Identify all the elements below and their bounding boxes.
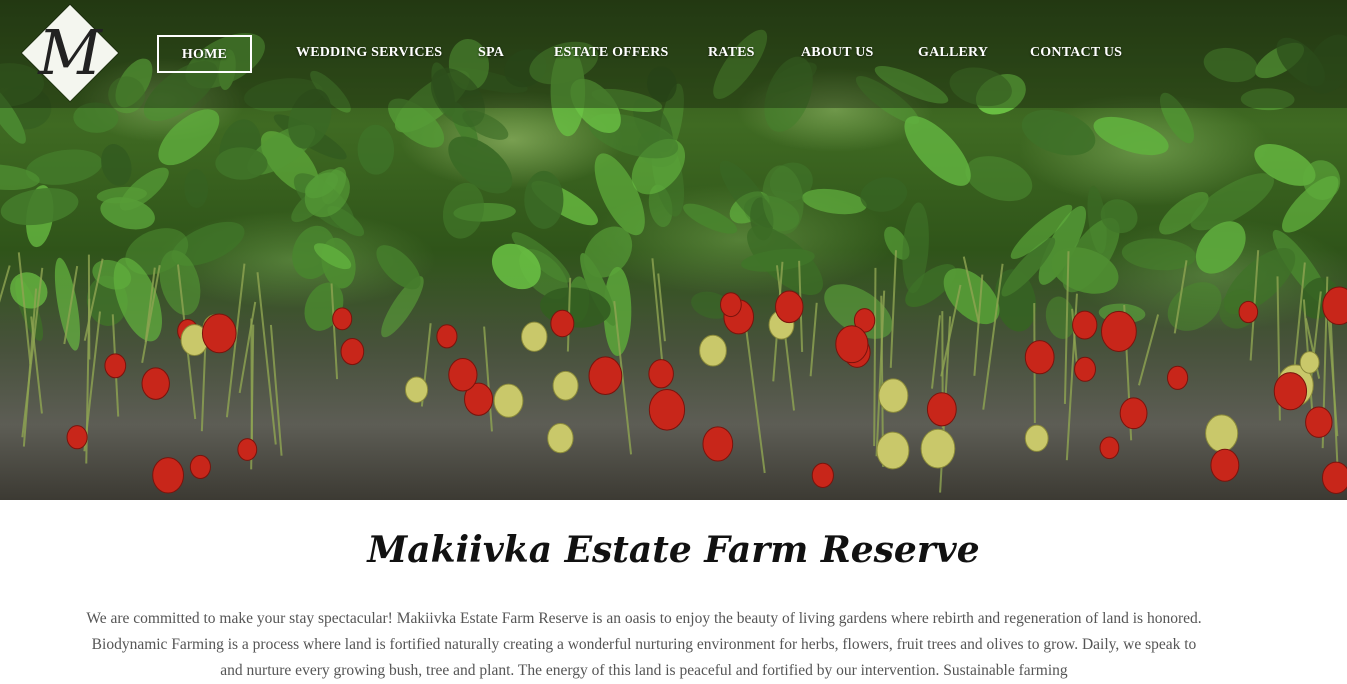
strawberry bbox=[1239, 301, 1258, 322]
page-title: Makiivka Estate Farm Reserve bbox=[0, 524, 1347, 582]
leaf bbox=[3, 265, 55, 316]
strawberry bbox=[1300, 352, 1319, 374]
nav-gallery[interactable]: GALLERY bbox=[918, 35, 988, 73]
nav-home[interactable]: HOME bbox=[157, 35, 252, 73]
strawberry bbox=[1274, 373, 1306, 410]
strawberry bbox=[551, 310, 574, 336]
nav-spa[interactable]: SPA bbox=[478, 35, 504, 73]
strawberry bbox=[703, 427, 733, 461]
strawberry bbox=[1206, 415, 1238, 452]
leaf bbox=[357, 124, 394, 175]
nav-rates[interactable]: RATES bbox=[708, 35, 755, 73]
strawberry bbox=[879, 379, 908, 412]
strawberry bbox=[1075, 357, 1096, 381]
strawberry bbox=[1100, 437, 1119, 459]
strawberry bbox=[437, 325, 457, 348]
strawberry bbox=[921, 429, 955, 468]
strawberry bbox=[553, 371, 578, 400]
strawberry bbox=[812, 463, 833, 487]
nav-contact-us[interactable]: CONTACT US bbox=[1030, 35, 1122, 73]
leaf bbox=[1016, 102, 1101, 164]
leaf bbox=[1089, 109, 1173, 163]
strawberry bbox=[776, 291, 803, 323]
stem bbox=[811, 303, 817, 376]
leaf bbox=[894, 106, 982, 196]
strawberry bbox=[202, 314, 236, 353]
leaf bbox=[184, 168, 209, 208]
strawberry bbox=[1211, 449, 1239, 481]
strawberry bbox=[238, 439, 257, 461]
strawberry bbox=[1101, 311, 1136, 351]
strawberry bbox=[700, 335, 727, 366]
leaf bbox=[959, 148, 1038, 209]
strawberry bbox=[142, 368, 169, 399]
strawberry bbox=[1025, 425, 1048, 451]
strawberry bbox=[548, 424, 573, 453]
strawberry bbox=[1120, 398, 1147, 429]
strawberry bbox=[1167, 366, 1187, 389]
strawberry bbox=[405, 377, 427, 402]
stem bbox=[891, 250, 896, 368]
leaf bbox=[800, 185, 868, 218]
strawberry bbox=[1073, 311, 1097, 339]
strawberry bbox=[333, 308, 352, 330]
main-nav: HOME WEDDING SERVICES SPA ESTATE OFFERS … bbox=[0, 35, 1347, 73]
strawberry bbox=[522, 322, 547, 351]
stem bbox=[0, 266, 10, 331]
leaf bbox=[524, 171, 563, 229]
strawberry bbox=[1025, 341, 1054, 374]
strawberry bbox=[449, 359, 477, 391]
strawberry bbox=[153, 458, 184, 493]
stem bbox=[874, 268, 875, 446]
nav-about-us[interactable]: ABOUT US bbox=[801, 35, 874, 73]
stem bbox=[271, 325, 282, 456]
nav-wedding-services[interactable]: WEDDING SERVICES bbox=[296, 35, 442, 73]
stem bbox=[932, 315, 940, 388]
strawberry bbox=[1306, 407, 1332, 437]
leaf bbox=[50, 256, 85, 352]
stem bbox=[1330, 310, 1338, 480]
stem bbox=[1139, 315, 1158, 386]
intro-paragraph: We are committed to make your stay spect… bbox=[80, 606, 1208, 684]
strawberry bbox=[190, 455, 210, 478]
leaf bbox=[97, 141, 136, 190]
strawberry bbox=[649, 360, 674, 388]
strawberry bbox=[341, 339, 364, 365]
strawberry bbox=[877, 432, 909, 469]
strawberry bbox=[927, 393, 956, 426]
strawberry bbox=[67, 426, 87, 449]
strawberry bbox=[721, 293, 742, 317]
strawberry bbox=[1322, 462, 1347, 493]
strawberry bbox=[494, 384, 523, 417]
stem bbox=[746, 325, 765, 473]
stem bbox=[484, 327, 492, 432]
nav-estate-offers[interactable]: ESTATE OFFERS bbox=[554, 35, 669, 73]
strawberry bbox=[649, 390, 684, 431]
strawberry bbox=[589, 357, 622, 395]
strawberry bbox=[836, 326, 868, 363]
leaf bbox=[857, 173, 910, 215]
leaf bbox=[0, 183, 81, 230]
strawberry bbox=[105, 354, 126, 378]
